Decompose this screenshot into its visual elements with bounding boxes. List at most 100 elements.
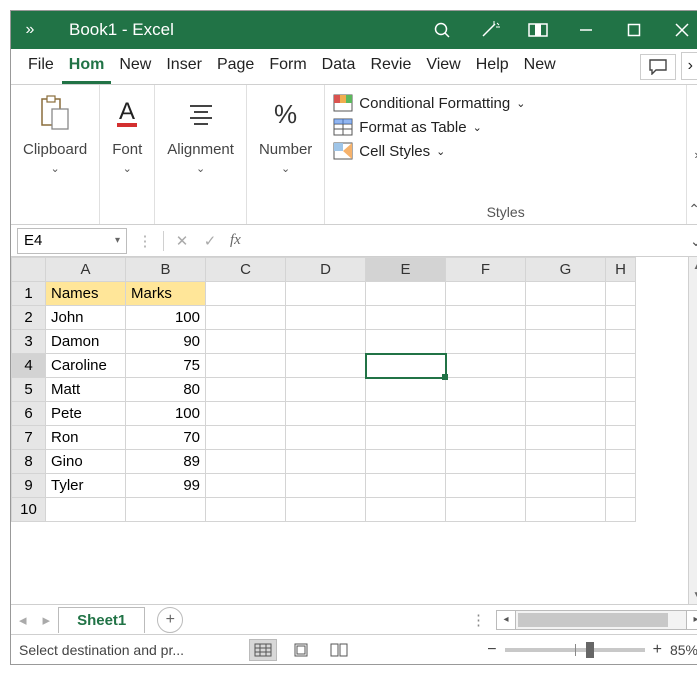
tab-view[interactable]: View	[419, 50, 467, 84]
hscroll-thumb[interactable]	[518, 613, 668, 627]
cell-D7[interactable]	[286, 426, 366, 450]
cell-C3[interactable]	[206, 330, 286, 354]
cell-D10[interactable]	[286, 498, 366, 522]
col-F[interactable]: F	[446, 258, 526, 282]
sheet-tab-1[interactable]: Sheet1	[58, 607, 145, 633]
namebox-more[interactable]: ⋮	[131, 232, 159, 250]
cell-F2[interactable]	[446, 306, 526, 330]
vertical-scrollbar[interactable]: ▲ ▼	[688, 257, 697, 604]
cell-G1[interactable]	[526, 282, 606, 306]
comments-button[interactable]	[640, 54, 676, 80]
zoom-out[interactable]: −	[487, 641, 496, 659]
cell-H9[interactable]	[606, 474, 636, 498]
cell-E10[interactable]	[366, 498, 446, 522]
row-9[interactable]: 9	[12, 474, 46, 498]
cell-G7[interactable]	[526, 426, 606, 450]
font-dropdown[interactable]: ⌄	[123, 162, 132, 175]
row-4[interactable]: 4	[12, 354, 46, 378]
tab-page[interactable]: Page	[210, 50, 261, 84]
sheet-nav-prev[interactable]: ◂	[11, 611, 35, 629]
cell-C5[interactable]	[206, 378, 286, 402]
hscroll-track[interactable]	[516, 610, 686, 630]
tab-new[interactable]: New	[112, 50, 158, 84]
cell-B5[interactable]: 80	[126, 378, 206, 402]
cell-D3[interactable]	[286, 330, 366, 354]
cell-C7[interactable]	[206, 426, 286, 450]
close-button[interactable]	[658, 11, 697, 49]
cell-E3[interactable]	[366, 330, 446, 354]
cell-D6[interactable]	[286, 402, 366, 426]
col-D[interactable]: D	[286, 258, 366, 282]
cell-styles-button[interactable]: Cell Styles⌄	[333, 139, 678, 163]
cell-F4[interactable]	[446, 354, 526, 378]
sheet-nav-next[interactable]: ▸	[35, 611, 59, 629]
cell-E1[interactable]	[366, 282, 446, 306]
cell-G6[interactable]	[526, 402, 606, 426]
cell-F8[interactable]	[446, 450, 526, 474]
select-all-corner[interactable]	[12, 258, 46, 282]
cell-E5[interactable]	[366, 378, 446, 402]
cell-B6[interactable]: 100	[126, 402, 206, 426]
cell-E4[interactable]	[366, 354, 446, 378]
alignment-button[interactable]	[186, 91, 216, 137]
hscroll-left[interactable]: ◂	[496, 610, 516, 630]
row-3[interactable]: 3	[12, 330, 46, 354]
cell-A6[interactable]: Pete	[46, 402, 126, 426]
cell-F7[interactable]	[446, 426, 526, 450]
cell-A4[interactable]: Caroline	[46, 354, 126, 378]
magic-button[interactable]	[466, 11, 514, 49]
tab-home[interactable]: Hom	[62, 50, 112, 84]
cell-F3[interactable]	[446, 330, 526, 354]
tab-file[interactable]: File	[21, 50, 61, 84]
cancel-formula-button[interactable]: ✕	[168, 232, 196, 250]
cell-C6[interactable]	[206, 402, 286, 426]
cell-D2[interactable]	[286, 306, 366, 330]
cell-H4[interactable]	[606, 354, 636, 378]
search-button[interactable]	[418, 11, 466, 49]
cell-G8[interactable]	[526, 450, 606, 474]
cell-C9[interactable]	[206, 474, 286, 498]
cell-B8[interactable]: 89	[126, 450, 206, 474]
cell-H6[interactable]	[606, 402, 636, 426]
row-1[interactable]: 1	[12, 282, 46, 306]
cell-H3[interactable]	[606, 330, 636, 354]
cell-G2[interactable]	[526, 306, 606, 330]
alignment-dropdown[interactable]: ⌄	[196, 162, 205, 175]
cell-F5[interactable]	[446, 378, 526, 402]
cell-E8[interactable]	[366, 450, 446, 474]
row-7[interactable]: 7	[12, 426, 46, 450]
row-8[interactable]: 8	[12, 450, 46, 474]
cell-F6[interactable]	[446, 402, 526, 426]
add-sheet-button[interactable]: +	[157, 607, 183, 633]
zoom-slider[interactable]	[505, 648, 645, 652]
name-box-dropdown-icon[interactable]: ▾	[115, 235, 120, 246]
cell-G10[interactable]	[526, 498, 606, 522]
tab-review[interactable]: Revie	[363, 50, 418, 84]
formula-expand[interactable]: ⌄	[686, 232, 697, 250]
cell-E6[interactable]	[366, 402, 446, 426]
cell-B7[interactable]: 70	[126, 426, 206, 450]
row-6[interactable]: 6	[12, 402, 46, 426]
hscroll-right[interactable]: ▸	[686, 610, 697, 630]
cell-G5[interactable]	[526, 378, 606, 402]
cell-A3[interactable]: Damon	[46, 330, 126, 354]
cell-F10[interactable]	[446, 498, 526, 522]
cell-E7[interactable]	[366, 426, 446, 450]
cell-C2[interactable]	[206, 306, 286, 330]
mode-switch-button[interactable]	[514, 11, 562, 49]
number-button[interactable]: %	[274, 91, 297, 137]
row-2[interactable]: 2	[12, 306, 46, 330]
col-E[interactable]: E	[366, 258, 446, 282]
cell-D1[interactable]	[286, 282, 366, 306]
cell-D9[interactable]	[286, 474, 366, 498]
cell-B4[interactable]: 75	[126, 354, 206, 378]
row-5[interactable]: 5	[12, 378, 46, 402]
fx-icon[interactable]: fx	[224, 232, 247, 249]
tab-formulas[interactable]: Form	[262, 50, 313, 84]
col-H[interactable]: H	[606, 258, 636, 282]
maximize-button[interactable]	[610, 11, 658, 49]
number-dropdown[interactable]: ⌄	[281, 162, 290, 175]
cell-A5[interactable]: Matt	[46, 378, 126, 402]
zoom-in[interactable]: +	[653, 641, 662, 659]
col-A[interactable]: A	[46, 258, 126, 282]
